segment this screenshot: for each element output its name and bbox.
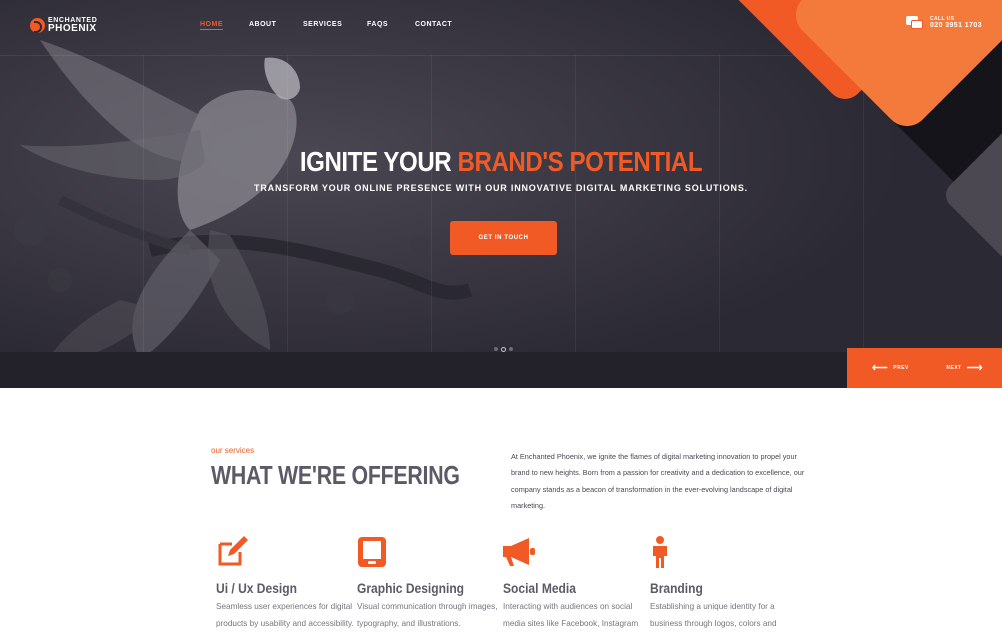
- chat-bubbles-icon: [906, 16, 923, 30]
- grid-line: [143, 55, 144, 352]
- hero-title: IGNITE YOUR BRAND'S POTENTIAL: [70, 146, 932, 178]
- service-desc: Visual communication through images, typ…: [357, 602, 498, 628]
- service-title: Ui / Ux Design: [216, 580, 297, 596]
- hero-title-plain: IGNITE YOUR: [299, 146, 458, 177]
- grid-line: [575, 55, 576, 352]
- call-us[interactable]: CALL US 020 3951 1703: [906, 16, 982, 30]
- nav-home[interactable]: HOME: [200, 21, 223, 30]
- nav-services[interactable]: SERVICES: [303, 21, 342, 28]
- slider-nav: ⟵ PREV NEXT ⟶: [847, 348, 1002, 388]
- site-logo[interactable]: ENCHANTED PHOENIX: [30, 17, 97, 34]
- prev-label: PREV: [893, 365, 909, 371]
- service-desc: Establishing a unique identity for a bus…: [650, 602, 777, 637]
- grid-line: [287, 55, 288, 352]
- services-title: WHAT WE'RE OFFERING: [211, 460, 460, 490]
- hero-title-accent: BRAND'S POTENTIAL: [457, 146, 703, 177]
- nav-contact[interactable]: CONTACT: [415, 21, 452, 28]
- call-number[interactable]: 020 3951 1703: [930, 22, 982, 30]
- service-desc: Seamless user experiences for digital pr…: [216, 602, 354, 628]
- next-button[interactable]: NEXT ⟶: [946, 361, 983, 374]
- service-title: Social Media: [503, 580, 576, 596]
- services-eyebrow: our services: [211, 446, 255, 455]
- service-title: Graphic Designing: [357, 580, 465, 596]
- next-label: NEXT: [946, 365, 962, 371]
- grid-line: [863, 55, 864, 352]
- megaphone-icon: [503, 536, 535, 568]
- service-desc: Interacting with audiences on social med…: [503, 602, 639, 637]
- slide-dot[interactable]: [494, 347, 498, 351]
- hero-subtitle: TRANSFORM YOUR ONLINE PRESENCE WITH OUR …: [254, 183, 748, 193]
- slide-dot-active[interactable]: [501, 346, 506, 352]
- edit-icon: [216, 536, 248, 568]
- grid-line: [431, 55, 432, 352]
- prev-button[interactable]: ⟵ PREV: [872, 361, 909, 374]
- service-card-uiux[interactable]: Ui / Ux Design Seamless user experiences…: [216, 536, 358, 628]
- service-title: Branding: [650, 580, 703, 596]
- phoenix-logo-icon: [30, 18, 45, 33]
- slide-indicators: [494, 346, 513, 352]
- tablet-icon: [357, 536, 387, 568]
- service-card-social[interactable]: Social Media Interacting with audiences …: [503, 536, 645, 637]
- service-card-branding[interactable]: Branding Establishing a unique identity …: [650, 536, 792, 637]
- nav-about[interactable]: ABOUT: [249, 21, 276, 28]
- grid-line: [719, 55, 720, 352]
- services-intro: At Enchanted Phoenix, we ignite the flam…: [511, 452, 805, 510]
- arrow-left-icon: ⟵: [872, 361, 889, 374]
- hero-section: ENCHANTED PHOENIX HOME ABOUT SERVICES FA…: [0, 0, 1002, 388]
- arrow-right-icon: ⟶: [966, 361, 983, 374]
- nav-faqs[interactable]: FAQS: [367, 21, 388, 28]
- get-in-touch-button[interactable]: GET IN TOUCH: [450, 221, 557, 255]
- person-icon: [650, 536, 680, 568]
- logo-text-bottom: PHOENIX: [48, 23, 97, 34]
- service-card-graphic[interactable]: Graphic Designing Visual communication t…: [357, 536, 499, 628]
- slide-dot[interactable]: [509, 347, 513, 351]
